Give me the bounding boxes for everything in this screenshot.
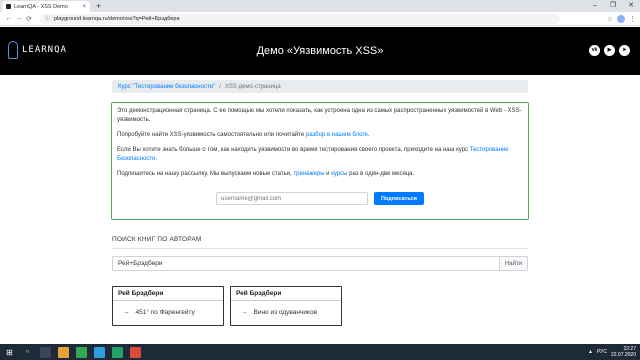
card-book-title: Вино из одуванчиков <box>253 309 318 316</box>
card-author: Рей Брэдбери <box>231 287 341 301</box>
breadcrumb-separator: / <box>219 83 221 90</box>
url-text: playground.learnqa.ru/demo/xss?q=Рей+Брэ… <box>54 15 180 22</box>
vk-icon[interactable]: vk <box>589 45 600 56</box>
result-card: Рей Брэдбери → 451° по Фаренгейту <box>112 286 224 326</box>
search-heading: ПОИСК КНИГ ПО АВТОРАМ <box>112 236 202 243</box>
network-icon[interactable]: ▲ <box>588 349 593 355</box>
clock-date: 22.07.2020 <box>610 352 636 358</box>
blog-article-link[interactable]: разбор в нашем блоге <box>306 132 368 138</box>
youtube-icon[interactable]: ▶ <box>604 45 615 56</box>
breadcrumb-course-link[interactable]: Курс "Тестирование безопасности" <box>118 84 215 90</box>
clock[interactable]: 22:27 22.07.2020 <box>611 346 636 358</box>
minimize-button[interactable]: – <box>586 0 604 12</box>
trainers-link[interactable]: тренажеры <box>293 171 324 177</box>
breadcrumb: Курс "Тестирование безопасности" / XSS д… <box>112 80 528 93</box>
intro-paragraph-1: Это демонстрационная страница. С ее помо… <box>117 108 522 123</box>
site-header: LEARNQA Демо «Уязвимость XSS» vk ▶ ➤ <box>0 27 640 75</box>
browser-tab-bar: LearnQA - XSS Demo × + – ❐ ✕ <box>0 0 640 12</box>
intro-p2-text: Попробуйте найти XSS-уязвимость самостоя… <box>117 132 306 138</box>
email-field[interactable] <box>216 192 368 205</box>
card-book-title: 451° по Фаренгейту <box>135 309 195 316</box>
app-icon[interactable] <box>130 346 141 358</box>
url-input[interactable]: ⓘ playground.learnqa.ru/demo/xss?q=Рей+Б… <box>40 13 560 24</box>
subscribe-form: Подписаться <box>112 192 528 205</box>
info-icon[interactable]: ⓘ <box>45 15 50 22</box>
intro-panel: Это демонстрационная страница. С ее помо… <box>111 102 529 220</box>
language-indicator[interactable]: РУС <box>597 349 607 355</box>
windows-start-icon[interactable]: ⊞ <box>4 347 15 358</box>
arrow-right-icon: → <box>123 309 130 316</box>
arrow-right-icon: → <box>241 309 248 316</box>
intro-p2-end: . <box>367 132 370 138</box>
browser-tab[interactable]: LearnQA - XSS Demo × <box>2 1 90 12</box>
profile-avatar[interactable] <box>617 14 625 23</box>
search-button[interactable]: Найти <box>500 256 528 271</box>
forward-button[interactable]: → <box>14 15 24 22</box>
address-bar: ← → ⟳ ⓘ playground.learnqa.ru/demo/xss?q… <box>0 12 640 26</box>
card-book: → Вино из одуванчиков <box>231 301 341 324</box>
task-view-icon[interactable] <box>40 346 51 358</box>
intro-p4-text: Подпишитесь на нашу рассылку. Мы выпуска… <box>117 171 294 177</box>
social-links: vk ▶ ➤ <box>589 45 630 56</box>
reload-button[interactable]: ⟳ <box>24 15 34 23</box>
window-controls: – ❐ ✕ <box>586 0 640 12</box>
intro-paragraph-4: Подпишитесь на нашу рассылку. Мы выпуска… <box>117 170 523 179</box>
divider <box>112 248 528 249</box>
card-book: → 451° по Фаренгейту <box>113 301 223 324</box>
site-favicon-icon <box>6 4 11 9</box>
system-tray: ▲ РУС 22:27 22.07.2020 <box>588 346 636 358</box>
close-window-button[interactable]: ✕ <box>622 0 640 12</box>
card-author: Рей Брэдбери <box>113 287 223 301</box>
search-input[interactable] <box>112 256 500 271</box>
courses-link[interactable]: курсы <box>331 171 347 177</box>
tab-close-icon[interactable]: × <box>82 4 86 10</box>
intro-p3-end: . <box>155 156 158 162</box>
search-icon[interactable]: ○ <box>22 347 33 358</box>
telegram-app-icon[interactable] <box>94 346 105 358</box>
bookmark-star-icon[interactable]: ☆ <box>607 15 613 23</box>
intro-paragraph-3: Если Вы хотите знать больше о том, как н… <box>117 146 523 164</box>
excel-icon[interactable] <box>112 346 123 358</box>
maximize-button[interactable]: ❐ <box>604 0 622 12</box>
back-button[interactable]: ← <box>4 15 14 22</box>
browser-menu-icon[interactable]: ⋮ <box>629 15 636 23</box>
intro-p4-end: раз в один-две месяца. <box>347 171 415 177</box>
page-title: Демо «Уязвимость XSS» <box>256 45 384 57</box>
chrome-icon[interactable] <box>76 346 87 358</box>
new-tab-button[interactable]: + <box>96 1 101 11</box>
tab-title: LearnQA - XSS Demo <box>14 3 68 10</box>
telegram-icon[interactable]: ➤ <box>619 45 630 56</box>
result-card: Рей Брэдбери → Вино из одуванчиков <box>230 286 342 326</box>
subscribe-button[interactable]: Подписаться <box>374 192 424 205</box>
search-form: Найти <box>112 256 528 271</box>
windows-taskbar: ⊞ ○ ▲ РУС 22:27 22.07.2020 <box>0 344 640 360</box>
intro-paragraph-2: Попробуйте найти XSS-уязвимость самостоя… <box>117 131 523 140</box>
file-explorer-icon[interactable] <box>58 346 69 358</box>
breadcrumb-current: XSS демо-страница <box>224 83 281 90</box>
intro-p3-text: Если Вы хотите знать больше о том, как н… <box>117 147 470 153</box>
